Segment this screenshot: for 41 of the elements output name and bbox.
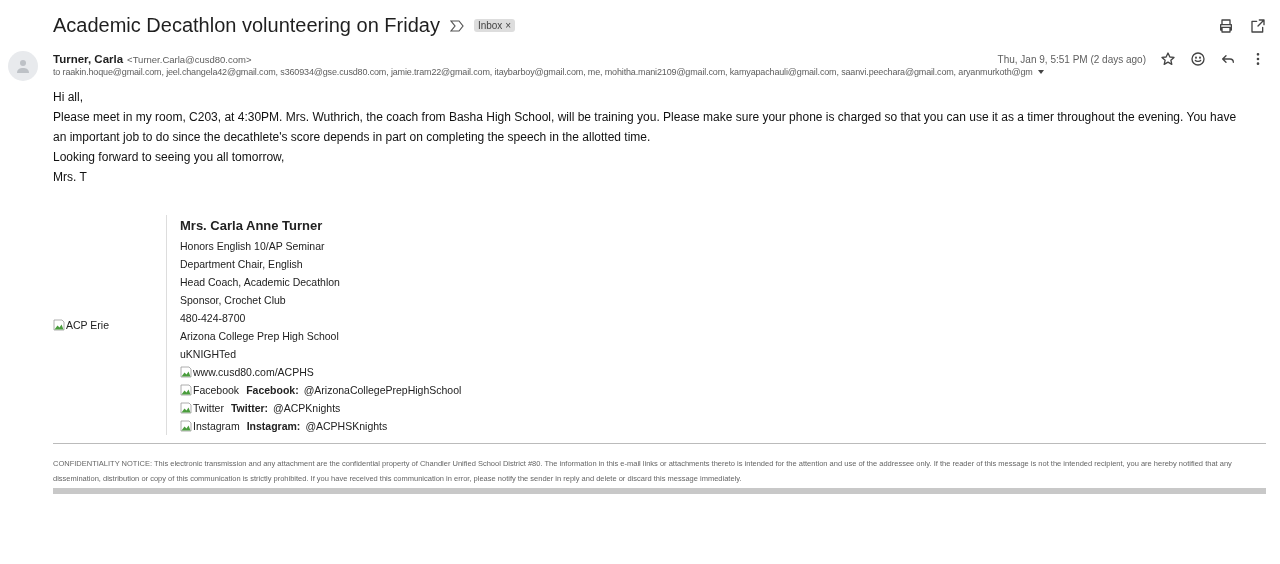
open-in-new-window-icon[interactable] — [1250, 17, 1266, 34]
broken-image-icon — [53, 319, 65, 331]
broken-image-icon — [180, 402, 192, 414]
signature-line: Arizona College Prep High School — [180, 329, 340, 344]
signature-line: Sponsor, Crochet Club — [180, 293, 287, 308]
sender-email: <Turner.Carla@cusd80.com> — [127, 53, 252, 65]
avatar — [8, 51, 38, 81]
signature-line: Head Coach, Academic Decathlon — [180, 275, 341, 290]
broken-image-icon — [180, 366, 192, 378]
body-paragraph: Hi all, — [53, 89, 84, 106]
signature-line: uKNIGHTed — [180, 347, 238, 362]
social-label: Facebook: — [246, 383, 299, 398]
signature-line: 480-424-8700 — [180, 311, 247, 326]
sender-name: Turner, Carla — [53, 53, 124, 65]
broken-image-icon — [180, 384, 192, 396]
social-label: Twitter: — [230, 401, 269, 416]
email-subject: Academic Decathlon volunteering on Friday — [53, 14, 440, 37]
social-label: Instagram: — [246, 419, 301, 434]
body-paragraph: Mrs. T — [53, 169, 88, 186]
label-tag[interactable]: Inbox × — [473, 19, 515, 32]
star-icon[interactable] — [1160, 51, 1176, 67]
recipients-list: to raakin.hoque@gmail.com, jeel.changela42@gmail.com, s360934@gse.cusd80.com, jamie.tram22@gmail.com, itaybarboy@gmail.com, me, mohitha.mani2109@gmail.com, kamyapachauli@gmail.com, saanvi.peechara@gmail.com, aryanmurkoth@gm — [53, 67, 1033, 77]
image-alt-text[interactable]: Twitter — [193, 399, 224, 417]
broken-image-icon — [180, 420, 192, 432]
signature-line: Department Chair, English — [180, 257, 304, 272]
image-alt-text[interactable]: www.cusd80.com/ACPHS — [193, 363, 314, 381]
dropdown-caret-icon[interactable] — [1035, 68, 1046, 76]
image-alt-text[interactable]: Facebook — [193, 381, 240, 399]
signature-name: Mrs. Carla Anne Turner — [180, 217, 324, 235]
social-handle: @ACPKnights — [273, 401, 341, 416]
body-paragraph: Please meet in my room, C203, at 4:30PM. Mrs. Wuthrich, the coach from Basha High School, will be training you. Please make sure your phone is charged so that you can use it as a timer throughout the evening. You have an important job to do since the decathlete's score depends in part on completing the speech in the allotted time. — [53, 109, 1238, 146]
message-date: Thu, Jan 9, 5:51 PM (2 days ago) — [997, 53, 1146, 65]
image-alt-text[interactable]: Instagram — [193, 417, 240, 435]
body-paragraph: Looking forward to seeing you all tomorrow, — [53, 149, 286, 166]
emoji-icon[interactable] — [1190, 51, 1206, 67]
social-handle: @ArizonaCollegePrepHighSchool — [303, 383, 462, 398]
signature-line: Honors English 10/AP Seminar — [180, 239, 326, 254]
print-icon[interactable] — [1218, 17, 1234, 34]
important-marker-icon[interactable] — [449, 19, 464, 32]
social-handle: @ACPHSKnights — [305, 419, 388, 434]
image-alt-text: ACP Erie — [66, 319, 109, 331]
